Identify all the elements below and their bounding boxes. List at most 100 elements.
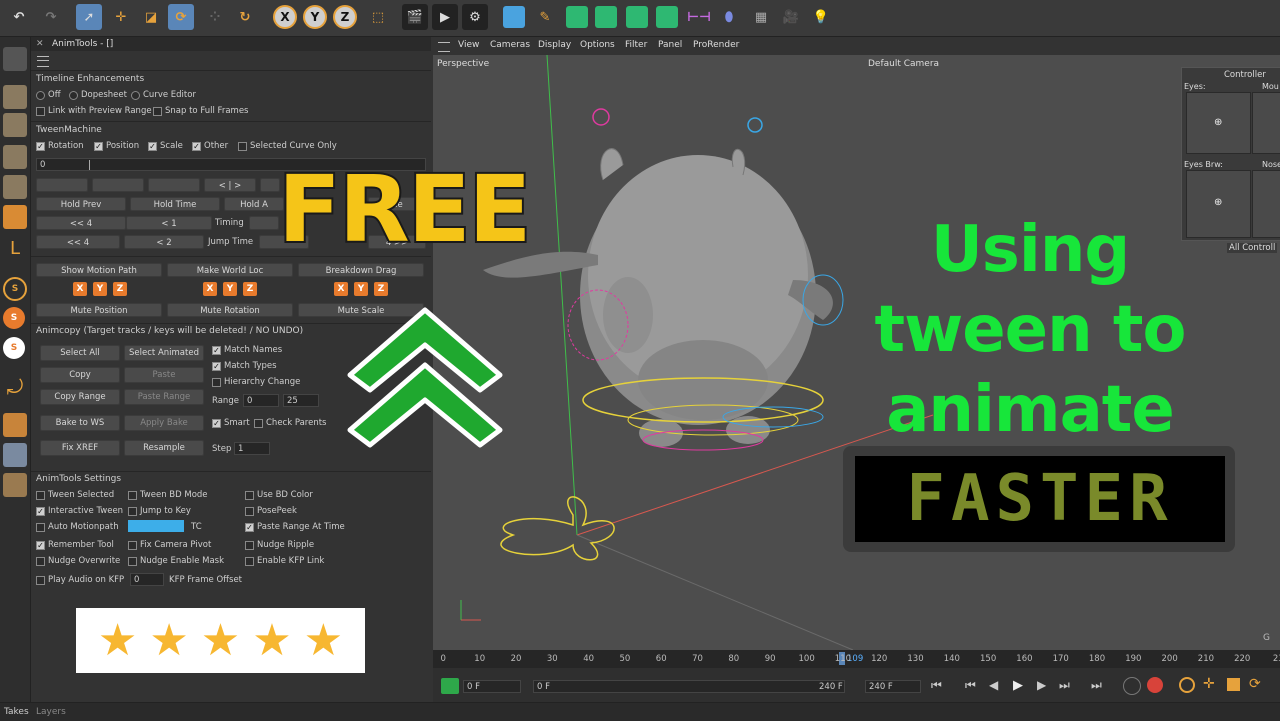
fix-xref-button[interactable]: Fix XREF bbox=[40, 440, 120, 456]
checkbox-tween-selected[interactable]: Tween Selected bbox=[36, 490, 114, 500]
tween-button-5[interactable] bbox=[260, 178, 280, 192]
tc-color-swatch[interactable] bbox=[128, 520, 184, 532]
tween-button-3[interactable] bbox=[148, 178, 200, 192]
z-axis-lock-icon[interactable]: Z bbox=[333, 5, 357, 29]
radio-curve-editor[interactable]: Curve Editor bbox=[131, 90, 196, 100]
mouth-pad[interactable] bbox=[1252, 92, 1280, 154]
select-tool-icon[interactable]: ➚ bbox=[76, 4, 102, 30]
prev-frame-icon[interactable]: ◀ bbox=[989, 678, 998, 692]
go-to-end-icon[interactable]: ⏭ bbox=[1091, 678, 1102, 693]
checkbox-paste-range-at-time[interactable]: ✓ Paste Range At Time bbox=[245, 522, 345, 532]
pos-x-toggle[interactable]: X bbox=[73, 282, 87, 296]
end-frame-field[interactable]: 240 F bbox=[865, 680, 921, 693]
menu-cameras[interactable]: Cameras bbox=[490, 40, 530, 50]
mute-position-button[interactable]: Mute Position bbox=[36, 303, 162, 317]
scale-x-toggle[interactable]: X bbox=[334, 282, 348, 296]
radio-off[interactable]: Off bbox=[36, 90, 61, 100]
crosshair-icon[interactable]: ⊕ bbox=[1214, 197, 1222, 208]
array-generator-icon[interactable] bbox=[595, 6, 617, 28]
radio-dopesheet[interactable]: Dopesheet bbox=[69, 90, 127, 100]
x-axis-lock-icon[interactable]: X bbox=[273, 5, 297, 29]
camera-icon[interactable]: 🎥 bbox=[778, 4, 804, 30]
render-picture-viewer-icon[interactable]: ▶ bbox=[432, 4, 458, 30]
show-motion-path-button[interactable]: Show Motion Path bbox=[36, 263, 162, 277]
checkbox-play-audio-kfp[interactable]: Play Audio on KFP bbox=[36, 575, 124, 585]
hold-time-button[interactable]: Hold Time bbox=[130, 197, 220, 211]
checkbox-smart[interactable]: ✓ Smart bbox=[212, 418, 250, 428]
light-icon[interactable]: 💡 bbox=[808, 4, 834, 30]
points-mode-icon[interactable] bbox=[3, 145, 27, 169]
menu-display[interactable]: Display bbox=[538, 40, 571, 50]
recent-tool-icon[interactable]: ⁘ bbox=[202, 4, 228, 30]
tab-layers[interactable]: Layers bbox=[36, 707, 66, 717]
checkbox-link-preview[interactable]: Link with Preview Range bbox=[36, 106, 152, 116]
axis-mode-icon[interactable]: L bbox=[3, 237, 27, 261]
polygons-mode-icon[interactable] bbox=[3, 205, 27, 229]
checkbox-tween-bd-mode[interactable]: Tween BD Mode bbox=[128, 490, 208, 500]
paste-button[interactable]: Paste bbox=[124, 367, 204, 383]
checkbox-hierarchy-change[interactable]: Hierarchy Change bbox=[212, 377, 300, 387]
cube-object-icon[interactable] bbox=[503, 6, 525, 28]
redo-icon[interactable]: ↷ bbox=[38, 4, 64, 30]
kfp-offset-field[interactable]: 0 bbox=[130, 573, 164, 586]
checkbox-snap-frames[interactable]: Snap to Full Frames bbox=[153, 106, 248, 116]
pen-spline-icon[interactable]: ✎ bbox=[532, 4, 558, 30]
tweak-icon[interactable]: ⤾ bbox=[3, 375, 27, 399]
cloner-icon[interactable] bbox=[626, 6, 648, 28]
timing-button[interactable] bbox=[249, 216, 279, 230]
coordinate-system-icon[interactable]: ⬚ bbox=[365, 4, 391, 30]
y-axis-lock-icon[interactable]: Y bbox=[303, 5, 327, 29]
nose-pad[interactable] bbox=[1252, 170, 1280, 238]
move-tool-icon[interactable]: ✛ bbox=[108, 4, 134, 30]
go-to-start-icon[interactable]: ⏮ bbox=[931, 678, 942, 693]
snap-icon[interactable]: S bbox=[3, 277, 27, 301]
jump-prev4-button[interactable]: << 4 bbox=[36, 235, 120, 249]
locked-workplane-icon[interactable] bbox=[3, 473, 27, 497]
menu-prorender[interactable]: ProRender bbox=[693, 40, 739, 50]
checkbox-rotation[interactable]: ✓ Rotation bbox=[36, 141, 84, 151]
quantize-icon[interactable]: S bbox=[3, 337, 25, 359]
render-settings-icon[interactable]: ⚙ bbox=[462, 4, 488, 30]
autokey-icon[interactable] bbox=[1147, 677, 1163, 693]
floor-icon[interactable]: ▦ bbox=[748, 4, 774, 30]
keyframe-icon[interactable] bbox=[441, 678, 459, 694]
hold-a-button[interactable]: Hold A bbox=[224, 197, 284, 211]
mute-rotation-button[interactable]: Mute Rotation bbox=[167, 303, 293, 317]
scale-tool-icon[interactable]: ◪ bbox=[138, 4, 164, 30]
next-frame-icon[interactable]: ▶ bbox=[1037, 678, 1046, 692]
jump-prev2-button[interactable]: < 2 bbox=[124, 235, 204, 249]
deformer-icon[interactable]: ⊢⊣ bbox=[686, 4, 712, 30]
checkbox-match-names[interactable]: ✓ Match Names bbox=[212, 345, 282, 355]
checkbox-other[interactable]: ✓ Other bbox=[192, 141, 228, 151]
hamburger-menu-icon[interactable] bbox=[37, 56, 49, 67]
subdivision-icon[interactable] bbox=[566, 6, 588, 28]
edges-mode-icon[interactable] bbox=[3, 175, 27, 199]
checkbox-remember-tool[interactable]: ✓ Remember Tool bbox=[36, 540, 114, 550]
eyes-pad[interactable]: ⊕ bbox=[1186, 92, 1251, 154]
menu-panel[interactable]: Panel bbox=[658, 40, 682, 50]
all-controllers-button[interactable]: All Controll bbox=[1227, 243, 1278, 253]
rot-x-toggle[interactable]: X bbox=[203, 282, 217, 296]
checkbox-nudge-enable-mask[interactable]: Nudge Enable Mask bbox=[128, 556, 224, 566]
start-frame-field[interactable]: 0 F bbox=[463, 680, 521, 693]
range-to-field[interactable]: 25 bbox=[283, 394, 319, 407]
checkbox-use-bd-color[interactable]: Use BD Color bbox=[245, 490, 313, 500]
scale-z-toggle[interactable]: Z bbox=[374, 282, 388, 296]
select-all-button[interactable]: Select All bbox=[40, 345, 120, 361]
tween-center-button[interactable]: < | > bbox=[204, 178, 256, 192]
workplane-icon[interactable] bbox=[3, 413, 27, 437]
play-icon[interactable]: ▶ bbox=[1013, 678, 1023, 693]
resample-button[interactable]: Resample bbox=[124, 440, 204, 456]
make-editable-icon[interactable] bbox=[3, 47, 27, 71]
checkbox-position[interactable]: ✓ Position bbox=[94, 141, 139, 151]
select-animated-button[interactable]: Select Animated bbox=[124, 345, 204, 361]
step-field[interactable]: 1 bbox=[234, 442, 270, 455]
pos-y-toggle[interactable]: Y bbox=[93, 282, 107, 296]
checkbox-enable-kfp-link[interactable]: Enable KFP Link bbox=[245, 556, 324, 566]
scale-y-toggle[interactable]: Y bbox=[354, 282, 368, 296]
range-from-field[interactable]: 0 bbox=[243, 394, 279, 407]
copy-range-button[interactable]: Copy Range bbox=[40, 389, 120, 405]
menu-view[interactable]: View bbox=[458, 40, 479, 50]
rot-y-toggle[interactable]: Y bbox=[223, 282, 237, 296]
record-disabled-icon[interactable] bbox=[1123, 677, 1141, 695]
